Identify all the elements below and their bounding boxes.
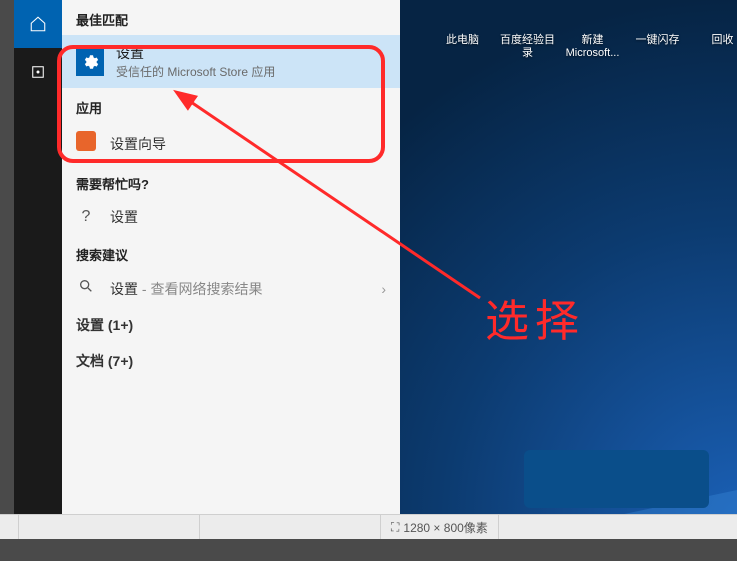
result-label: 设置 (1+) xyxy=(76,315,133,335)
desktop-background: 此电脑 百度经验目录 新建 Microsoft... 一键闪存 回收 xyxy=(345,0,737,515)
desktop-icon-recycle[interactable]: 回收 xyxy=(690,0,737,47)
result-subtitle: 受信任的 Microsoft Store 应用 xyxy=(116,63,275,80)
window-border-bottom xyxy=(0,539,737,561)
result-help-settings[interactable]: ? 设置 xyxy=(62,199,400,235)
question-icon: ? xyxy=(76,208,96,226)
chevron-right-icon: › xyxy=(381,281,386,297)
desktop-icon-label: 此电脑 xyxy=(430,34,495,47)
desktop-icon-pc[interactable]: 此电脑 xyxy=(430,0,495,47)
header-best-match: 最佳匹配 xyxy=(62,0,400,35)
start-rail xyxy=(14,0,62,515)
folder-icon xyxy=(510,2,546,32)
header-suggest: 搜索建议 xyxy=(62,235,400,270)
taskbar-placeholder xyxy=(524,450,709,508)
square-icon xyxy=(29,63,47,81)
result-label: 设置 xyxy=(110,207,138,227)
status-seg-1 xyxy=(19,515,200,539)
flash-icon xyxy=(640,2,676,32)
desktop-icon-baidu[interactable]: 百度经验目录 xyxy=(495,0,560,60)
gear-icon xyxy=(76,48,104,76)
rail-home[interactable] xyxy=(14,0,62,48)
recycle-icon xyxy=(705,2,737,32)
desktop-icon-label: 一键闪存 xyxy=(625,34,690,47)
result-settings[interactable]: 设置 受信任的 Microsoft Store 应用 xyxy=(62,35,400,88)
status-dimensions: ⛶ 1280 × 800像素 xyxy=(381,515,499,539)
result-web-search[interactable]: 设置 - 查看网络搜索结果 › xyxy=(62,270,400,307)
result-settings-more[interactable]: 设置 (1+) xyxy=(62,307,400,343)
result-label: 文档 (7+) xyxy=(76,351,133,371)
status-seg-blank xyxy=(0,515,19,539)
desktop-icon-label: 回收 xyxy=(690,34,737,47)
status-dim-text: 1280 × 800像素 xyxy=(403,519,487,536)
status-bar: ⛶ 1280 × 800像素 xyxy=(0,514,737,539)
rail-apps[interactable] xyxy=(14,48,62,96)
wizard-icon xyxy=(76,131,96,151)
result-title: 设置 xyxy=(116,43,275,63)
desktop-icon-label: 百度经验目录 xyxy=(495,34,560,60)
file-icon xyxy=(575,2,611,32)
result-setup-wizard[interactable]: 设置向导 xyxy=(62,123,400,164)
start-search-panel: 最佳匹配 设置 受信任的 Microsoft Store 应用 应用 设置向导 … xyxy=(62,0,400,515)
home-icon xyxy=(29,15,47,33)
pc-icon xyxy=(445,2,481,32)
crop-icon: ⛶ xyxy=(391,520,399,535)
header-apps: 应用 xyxy=(62,88,400,123)
desktop-icon-new[interactable]: 新建 Microsoft... xyxy=(560,0,625,60)
result-label: 设置 - 查看网络搜索结果 xyxy=(110,279,262,299)
result-label: 设置向导 xyxy=(110,134,166,154)
desktop-icon-flash[interactable]: 一键闪存 xyxy=(625,0,690,47)
result-docs-more[interactable]: 文档 (7+) xyxy=(62,343,400,379)
desktop-icon-label: 新建 Microsoft... xyxy=(560,34,625,60)
search-icon xyxy=(76,278,96,299)
header-help: 需要帮忙吗? xyxy=(62,164,400,199)
status-seg-2 xyxy=(200,515,381,539)
